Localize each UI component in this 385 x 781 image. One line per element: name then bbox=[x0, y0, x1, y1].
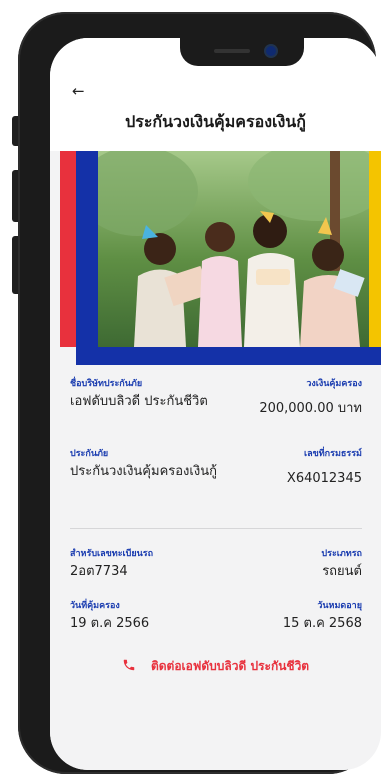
contact-label: ติดต่อเอฟดับบลิวดี ประกันชีวิต bbox=[150, 659, 310, 673]
page-title: ประกันวงเงินคุ้มครองเงินกู้ bbox=[125, 112, 306, 131]
insurer-value: เอฟดับบลิวดี ประกันชีวิต bbox=[70, 394, 208, 409]
banner-blue-stripe bbox=[76, 151, 98, 347]
plate-label: สำหรับเลขทะเบียนรถ bbox=[70, 549, 154, 559]
banner-blue-bar bbox=[76, 347, 381, 365]
phone-frame: ← ประกันวงเงินคุ้มครองเงินกู้ ชื่อบริษัท… bbox=[18, 12, 381, 774]
banner-yellow-stripe bbox=[369, 151, 381, 347]
banner-red-stripe bbox=[60, 151, 76, 347]
banner-photo bbox=[98, 151, 369, 347]
promo-banner bbox=[60, 151, 381, 366]
end-date-value: 15 ต.ค 2568 bbox=[282, 616, 362, 631]
contact-insurer-button[interactable]: ติดต่อเอฟดับบลิวดี ประกันชีวิต bbox=[50, 656, 381, 680]
insurer-label: ชื่อบริษัทประกันภัย bbox=[70, 379, 143, 389]
back-button[interactable]: ← bbox=[72, 82, 85, 100]
front-camera bbox=[266, 46, 276, 56]
policy-number-label: เลขที่กรมธรรม์ bbox=[304, 449, 362, 459]
back-arrow-icon: ← bbox=[72, 82, 85, 100]
phone-notch bbox=[180, 38, 304, 66]
phone-icon bbox=[122, 657, 136, 676]
speaker-grille bbox=[214, 49, 250, 53]
end-date-label: วันหมดอายุ bbox=[317, 601, 362, 611]
phone-screen: ← ประกันวงเงินคุ้มครองเงินกู้ ชื่อบริษัท… bbox=[50, 38, 381, 770]
start-date-value: 19 ต.ค 2566 bbox=[70, 616, 150, 631]
start-date-label: วันที่คุ้มครอง bbox=[70, 601, 120, 611]
coverage-value: 200,000.00 บาท bbox=[259, 401, 362, 416]
coverage-label: วงเงินคุ้มครอง bbox=[306, 379, 362, 389]
section-divider bbox=[70, 528, 362, 529]
vehicle-type-label: ประเภทรถ bbox=[321, 549, 362, 559]
policy-number-value: X64012345 bbox=[286, 471, 362, 486]
plate-value: 2อต7734 bbox=[70, 564, 128, 579]
policy-content: ชื่อบริษัทประกันภัย เอฟดับบลิวดี ประกันช… bbox=[50, 151, 381, 770]
vehicle-type-value: รถยนต์ bbox=[322, 564, 362, 579]
product-value: ประกันวงเงินคุ้มครองเงินกู้ bbox=[70, 464, 217, 479]
product-label: ประกันภัย bbox=[70, 449, 109, 459]
policy-info: ชื่อบริษัทประกันภัย เอฟดับบลิวดี ประกันช… bbox=[70, 376, 362, 676]
app-stage: ← ประกันวงเงินคุ้มครองเงินกู้ ชื่อบริษัท… bbox=[0, 0, 385, 781]
